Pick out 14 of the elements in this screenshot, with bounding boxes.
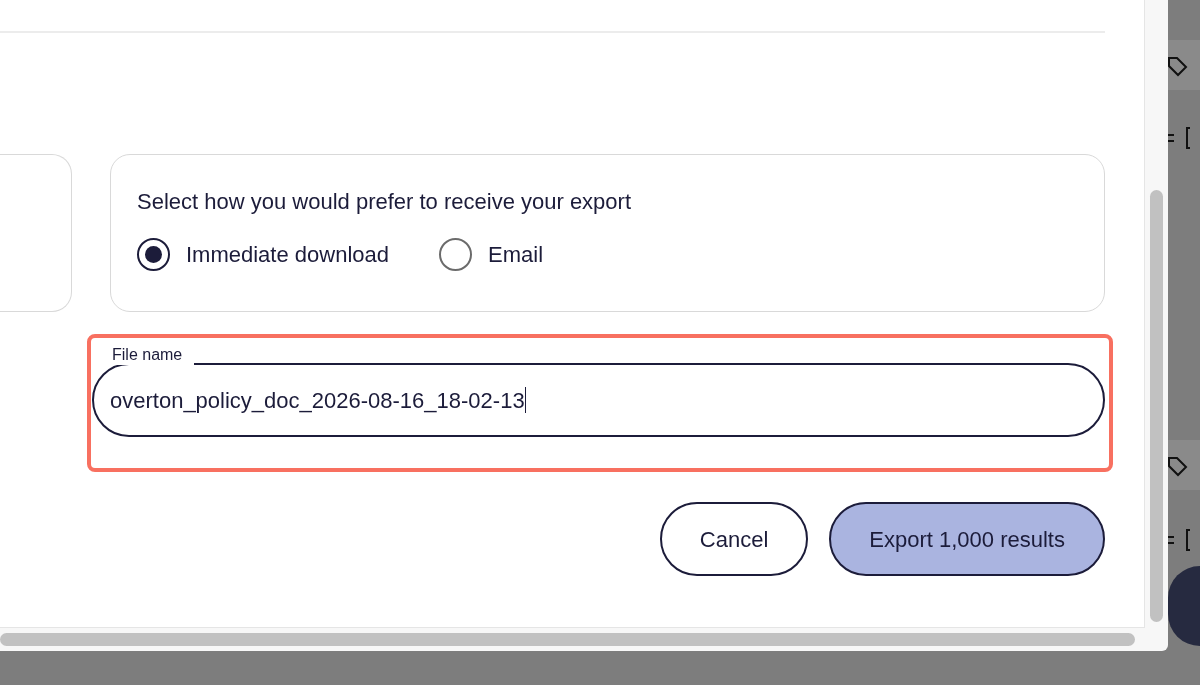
export-prompt: Select how you would prefer to receive your export: [137, 188, 633, 216]
cancel-button[interactable]: Cancel: [659, 502, 809, 576]
file-name-field[interactable]: overton_policy_doc_2026-08-16_18-02-13: [92, 363, 1105, 437]
horizontal-scrollbar[interactable]: [0, 633, 1135, 646]
radio-label[interactable]: Email: [488, 238, 544, 271]
vertical-scrollbar[interactable]: [1150, 190, 1163, 622]
file-name-value: overton_policy_doc_2026-08-16_18-02-13: [110, 386, 525, 415]
radio-button[interactable]: [137, 238, 170, 271]
export-button[interactable]: Export 1,000 results: [829, 502, 1105, 576]
radio-label[interactable]: Immediate download: [186, 238, 389, 271]
radio-button[interactable]: [439, 238, 472, 271]
tag-icon: [1166, 55, 1188, 79]
tag-icon: [1166, 455, 1188, 479]
text-caret: [524, 387, 526, 413]
